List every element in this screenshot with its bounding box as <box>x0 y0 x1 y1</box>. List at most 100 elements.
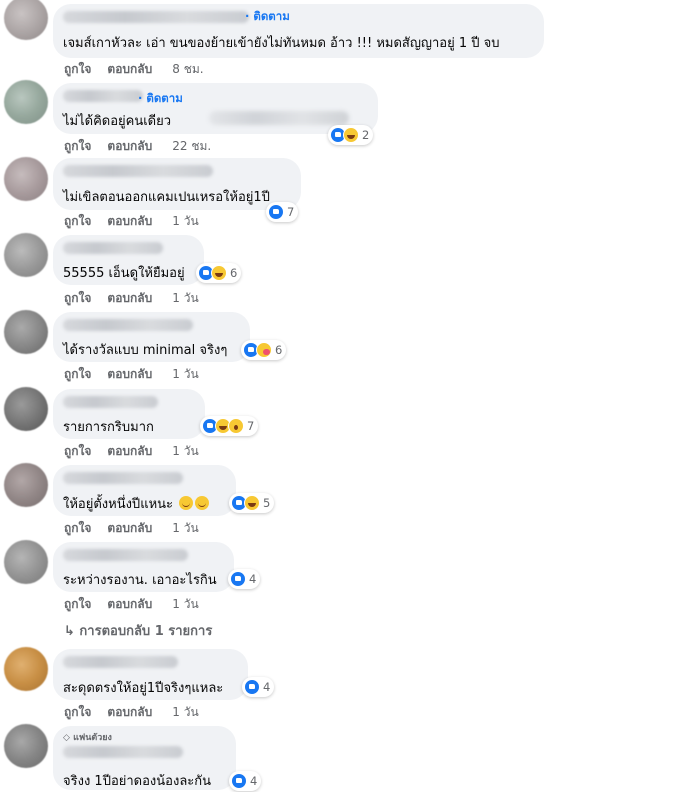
haha-reaction-icon <box>244 495 260 511</box>
comment-text: เจมส์เกาหัวละ เอ่า ขนของย้ายเข้ายังไม่ทั… <box>63 36 500 51</box>
reaction-summary[interactable]: 4 <box>229 771 262 791</box>
comment-bubble: สะดุดตรงให้อยู่1ปีจริงๆแหละ <box>53 649 248 700</box>
reaction-count: 6 <box>275 343 283 357</box>
like-button[interactable]: ถูกใจ <box>64 442 91 461</box>
like-button[interactable]: ถูกใจ <box>64 60 91 79</box>
reaction-summary[interactable]: 4 <box>228 569 261 589</box>
author-name-redacted[interactable] <box>63 90 143 102</box>
like-button[interactable]: ถูกใจ <box>64 289 91 308</box>
follow-link[interactable]: · ติดตาม <box>138 90 183 108</box>
care-reaction-icon <box>256 342 272 358</box>
comment-actions: ถูกใจ ตอบกลับ 1 วัน <box>64 595 199 614</box>
comment-bubble: · ติดตาม เจมส์เกาหัวละ เอ่า ขนของย้ายเข้… <box>53 4 544 58</box>
reaction-count: 2 <box>362 128 370 142</box>
smile-emoji-icon <box>179 496 194 510</box>
timestamp[interactable]: 1 วัน <box>172 289 198 308</box>
comment-text: ไม่ได้คิดอยู่คนเดียว <box>63 114 172 129</box>
comment-actions: ถูกใจ ตอบกลับ 8 ชม. <box>64 60 204 79</box>
author-name-redacted[interactable] <box>63 319 193 331</box>
author-name-redacted[interactable] <box>63 165 213 177</box>
timestamp[interactable]: 1 วัน <box>172 442 198 461</box>
comment-text: ให้อยู่ตั้งหนึ่งปีแหนะ <box>63 493 210 514</box>
reaction-summary[interactable]: 7 <box>266 202 299 222</box>
comment-bubble: ระหว่างรองาน. เอาอะไรกิน <box>53 542 234 592</box>
avatar[interactable] <box>4 157 48 201</box>
comment-text: ไม่เขิลตอนออกแคมเปนเหรอให้อยู่1ปี <box>63 190 270 205</box>
reply-button[interactable]: ตอบกลับ <box>107 703 152 722</box>
top-fan-badge: ◇ แฟนตัวยง <box>63 733 112 743</box>
reply-button[interactable]: ตอบกลับ <box>107 595 152 614</box>
haha-reaction-icon <box>211 265 227 281</box>
avatar[interactable] <box>4 647 48 691</box>
follow-link[interactable]: · ติดตาม <box>245 8 290 26</box>
like-button[interactable]: ถูกใจ <box>64 365 91 384</box>
author-name-redacted[interactable] <box>63 746 183 758</box>
reply-button[interactable]: ตอบกลับ <box>107 442 152 461</box>
reaction-count: 4 <box>250 774 258 788</box>
author-name-redacted[interactable] <box>63 472 183 484</box>
timestamp[interactable]: 8 ชม. <box>172 60 203 79</box>
reaction-count: 6 <box>230 266 238 280</box>
like-button[interactable]: ถูกใจ <box>64 137 91 156</box>
avatar[interactable] <box>4 387 48 431</box>
comment-text-body: ให้อยู่ตั้งหนึ่งปีแหนะ <box>63 497 174 512</box>
comment-actions: ถูกใจ ตอบกลับ 1 วัน <box>64 442 199 461</box>
reply-button[interactable]: ตอบกลับ <box>107 365 152 384</box>
reply-button[interactable]: ตอบกลับ <box>107 137 152 156</box>
comment-bubble: · ติดตาม ไม่ได้คิดอยู่คนเดียว <box>53 83 378 134</box>
avatar[interactable] <box>4 0 48 40</box>
reaction-count: 5 <box>263 496 271 510</box>
reaction-summary[interactable]: 7 <box>200 416 259 436</box>
timestamp[interactable]: 22 ชม. <box>172 137 211 156</box>
like-button[interactable]: ถูกใจ <box>64 703 91 722</box>
like-reaction-icon <box>268 204 284 220</box>
author-name-redacted[interactable] <box>63 396 158 408</box>
author-name-redacted[interactable] <box>63 242 163 254</box>
reaction-count: 7 <box>247 419 255 433</box>
avatar[interactable] <box>4 724 48 768</box>
comment-actions: ถูกใจ ตอบกลับ 1 วัน <box>64 365 199 384</box>
reply-button[interactable]: ตอบกลับ <box>107 212 152 231</box>
author-name-redacted[interactable] <box>63 549 188 561</box>
reply-button[interactable]: ตอบกลับ <box>107 60 152 79</box>
timestamp[interactable]: 1 วัน <box>172 212 198 231</box>
wow-reaction-icon <box>228 418 244 434</box>
like-button[interactable]: ถูกใจ <box>64 212 91 231</box>
comment-bubble: ไม่เขิลตอนออกแคมเปนเหรอให้อยู่1ปี <box>53 158 301 210</box>
reply-button[interactable]: ตอบกลับ <box>107 289 152 308</box>
comment-bubble: 55555 เอ็นดูให้ยืมอยู่ <box>53 235 204 285</box>
comment-bubble: ◇ แฟนตัวยง จริงง 1ปีอย่าดองน้องละกัน <box>53 726 236 790</box>
reaction-count: 4 <box>263 680 271 694</box>
view-replies-link[interactable]: ↳ การตอบกลับ 1 รายการ <box>64 620 212 641</box>
avatar[interactable] <box>4 463 48 507</box>
comment-actions: ถูกใจ ตอบกลับ 1 วัน <box>64 289 199 308</box>
like-button[interactable]: ถูกใจ <box>64 595 91 614</box>
avatar[interactable] <box>4 233 48 277</box>
redacted-text <box>209 111 349 125</box>
comment-bubble: ให้อยู่ตั้งหนึ่งปีแหนะ <box>53 465 236 516</box>
reaction-summary[interactable]: 4 <box>242 677 275 697</box>
timestamp[interactable]: 1 วัน <box>172 365 198 384</box>
avatar[interactable] <box>4 310 48 354</box>
comment-actions: ถูกใจ ตอบกลับ 22 ชม. <box>64 137 211 156</box>
avatar[interactable] <box>4 540 48 584</box>
haha-reaction-icon <box>343 127 359 143</box>
comment-text: ระหว่างรองาน. เอาอะไรกิน <box>63 573 217 588</box>
like-reaction-icon <box>244 679 260 695</box>
reaction-count: 4 <box>249 572 257 586</box>
avatar[interactable] <box>4 80 48 124</box>
timestamp[interactable]: 1 วัน <box>172 703 198 722</box>
timestamp[interactable]: 1 วัน <box>172 519 198 538</box>
author-name-redacted[interactable] <box>63 11 249 23</box>
reaction-summary[interactable]: 5 <box>229 493 275 513</box>
author-name-redacted[interactable] <box>63 656 178 668</box>
like-button[interactable]: ถูกใจ <box>64 519 91 538</box>
timestamp[interactable]: 1 วัน <box>172 595 198 614</box>
comment-actions: ถูกใจ ตอบกลับ 1 วัน <box>64 703 199 722</box>
comment-actions: ถูกใจ ตอบกลับ 1 วัน <box>64 212 199 231</box>
reaction-summary[interactable]: 6 <box>196 263 242 283</box>
reaction-summary[interactable]: 2 <box>328 125 374 145</box>
reply-button[interactable]: ตอบกลับ <box>107 519 152 538</box>
reaction-summary[interactable]: 6 <box>241 340 287 360</box>
like-reaction-icon <box>230 571 246 587</box>
